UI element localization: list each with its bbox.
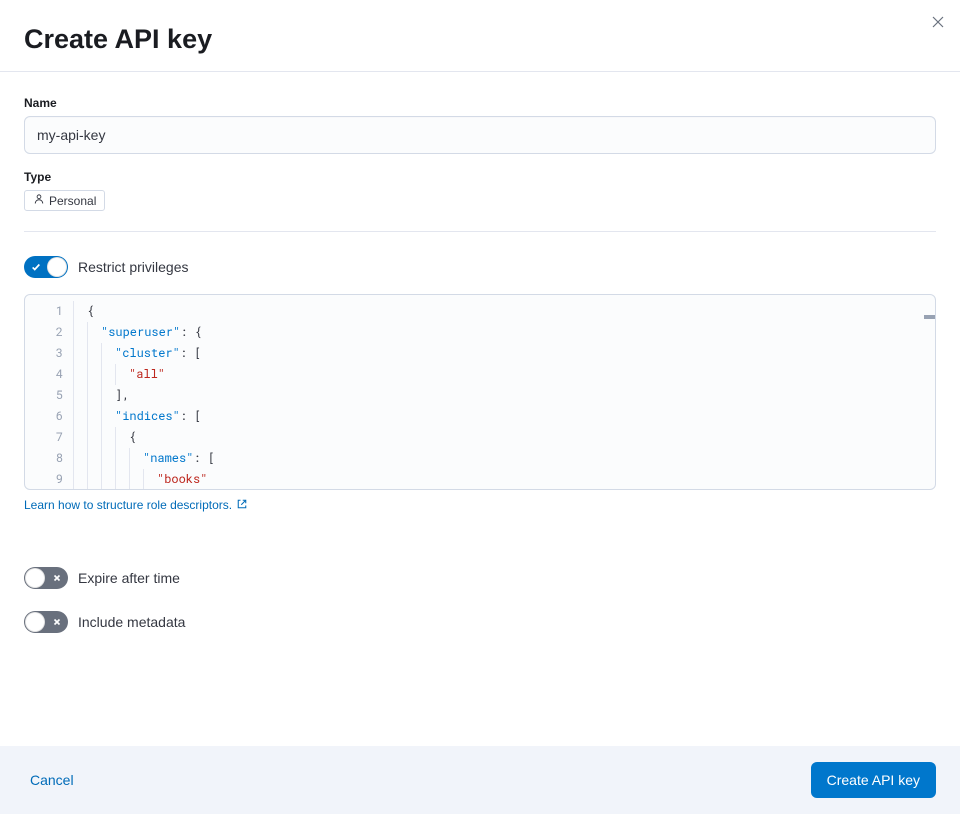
x-icon [51, 616, 63, 628]
expire-after-time-row: Expire after time [24, 567, 936, 589]
restrict-privileges-label: Restrict privileges [78, 259, 188, 275]
divider [24, 231, 936, 232]
editor-scrollbar[interactable] [923, 295, 935, 489]
close-icon[interactable] [930, 14, 946, 30]
dialog-footer: Cancel Create API key [0, 746, 960, 814]
expire-after-time-toggle[interactable] [24, 567, 68, 589]
name-field-row: Name [24, 96, 936, 154]
type-field-row: Type Personal [24, 170, 936, 211]
include-metadata-toggle[interactable] [24, 611, 68, 633]
create-api-key-button[interactable]: Create API key [811, 762, 936, 798]
external-link-icon [236, 498, 248, 513]
name-input[interactable] [24, 116, 936, 154]
editor-gutter: 1 2 3 4 5 6 7 8 9 [25, 295, 73, 489]
type-label: Type [24, 170, 936, 184]
editor-content[interactable]: { "superuser": { "cluster": [ "all" ], "… [73, 295, 935, 489]
include-metadata-label: Include metadata [78, 614, 185, 630]
role-descriptors-help-link[interactable]: Learn how to structure role descriptors. [24, 498, 248, 513]
include-metadata-row: Include metadata [24, 611, 936, 633]
user-icon [33, 193, 45, 208]
expire-after-time-label: Expire after time [78, 570, 180, 586]
dialog-body: Name Type Personal Restrict privileges [0, 72, 960, 679]
type-badge-label: Personal [49, 194, 96, 208]
role-descriptors-editor[interactable]: 1 2 3 4 5 6 7 8 9 { "superuser": { "clus… [24, 294, 936, 490]
name-label: Name [24, 96, 936, 110]
restrict-privileges-toggle[interactable] [24, 256, 68, 278]
check-icon [30, 261, 42, 273]
dialog-title: Create API key [24, 24, 936, 55]
x-icon [51, 572, 63, 584]
cancel-button[interactable]: Cancel [24, 764, 80, 796]
restrict-privileges-row: Restrict privileges [24, 256, 936, 278]
dialog-header: Create API key [0, 0, 960, 72]
type-badge: Personal [24, 190, 105, 211]
